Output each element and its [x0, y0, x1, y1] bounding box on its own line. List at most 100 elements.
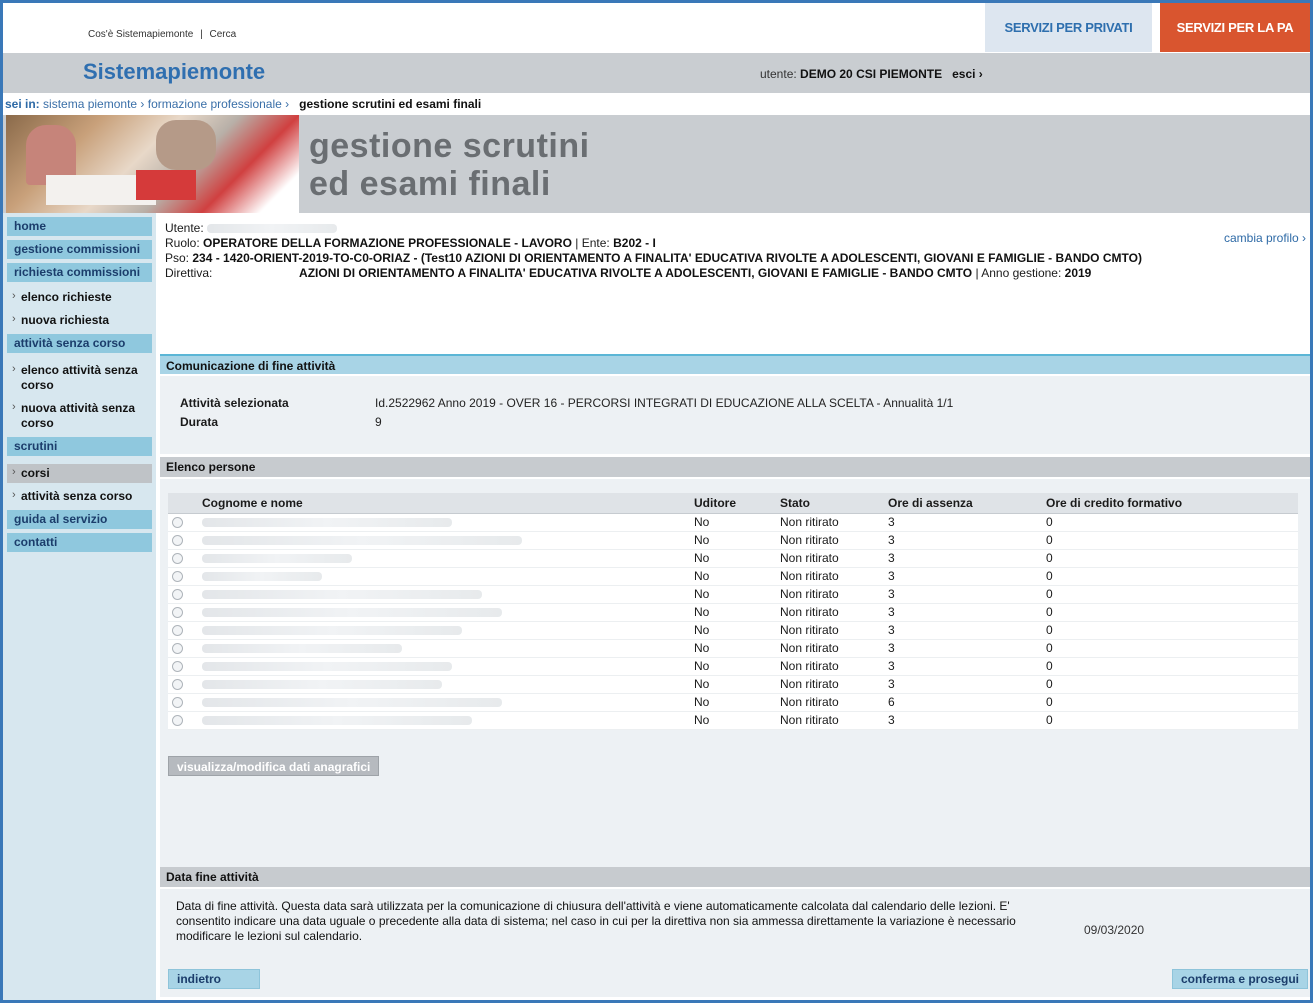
redacted-name — [202, 554, 352, 564]
link-cerca[interactable]: Cerca — [209, 29, 236, 40]
row-radio-button[interactable] — [172, 607, 183, 619]
row-radio-button[interactable] — [172, 661, 183, 673]
fine-attivita-panel: Attività selezionata Id.2522962 Anno 2019… — [160, 376, 1310, 454]
durata-label: Durata — [180, 415, 219, 429]
table-row[interactable]: No Non ritirato 3 0 — [168, 711, 1298, 730]
table-row[interactable]: No Non ritirato 3 0 — [168, 675, 1298, 694]
cell-cognome-nome — [198, 585, 690, 604]
cell-ore-assenza: 3 — [884, 675, 1042, 694]
ente-label: | Ente: — [575, 236, 610, 250]
table-row[interactable]: No Non ritirato 3 0 — [168, 567, 1298, 586]
cell-cognome-nome — [198, 621, 690, 640]
logout-link[interactable]: esci › — [952, 67, 983, 81]
cell-cognome-nome — [198, 693, 690, 712]
attivita-info: Attività selezionata Id.2522962 Anno 2019… — [180, 394, 953, 432]
profile-info: Utente: Ruolo: OPERATORE DELLA FORMAZION… — [160, 213, 1310, 354]
cell-uditore: No — [690, 621, 776, 640]
table-row[interactable]: No Non ritirato 3 0 — [168, 603, 1298, 622]
cell-uditore: No — [690, 675, 776, 694]
row-radio-button[interactable] — [172, 697, 183, 709]
table-row[interactable]: No Non ritirato 3 0 — [168, 549, 1298, 568]
sidebar-item-home[interactable]: home — [7, 217, 152, 236]
sidebar-item-scrutini[interactable]: scrutini — [7, 437, 152, 456]
utente-label: Utente: — [165, 221, 204, 235]
section-fine-attivita: Comunicazione di fine attività — [160, 354, 1310, 374]
cell-stato: Non ritirato — [776, 567, 884, 586]
sidebar-item-guida[interactable]: guida al servizio — [7, 510, 152, 529]
top-links: Cos'è Sistemapiemonte | Cerca — [88, 29, 240, 40]
sidebar-item-corsi[interactable]: corsi — [7, 464, 152, 483]
row-radio-button[interactable] — [172, 535, 183, 547]
link-cose-sistemapiemonte[interactable]: Cos'è Sistemapiemonte — [88, 29, 193, 40]
sidebar-item-gestione-commissioni[interactable]: gestione commissioni — [7, 240, 152, 259]
row-radio-button[interactable] — [172, 715, 183, 727]
cell-stato: Non ritirato — [776, 657, 884, 676]
cambia-profilo-link[interactable]: cambia profilo › — [1224, 231, 1306, 246]
sidebar-item-attivita-senza-corso-scrutini[interactable]: attività senza corso — [7, 487, 152, 506]
row-radio-button[interactable] — [172, 589, 183, 601]
breadcrumb-item[interactable]: formazione professionale › — [148, 97, 289, 111]
cell-ore-credito: 0 — [1042, 675, 1298, 694]
cell-ore-credito: 0 — [1042, 585, 1298, 604]
servizi-pa-tab[interactable]: SERVIZI PER LA PA — [1160, 3, 1310, 52]
col-uditore: Uditore — [690, 493, 776, 514]
sidebar-item-nuova-richiesta[interactable]: nuova richiesta — [7, 311, 152, 330]
row-radio-button[interactable] — [172, 517, 183, 529]
cell-ore-assenza: 3 — [884, 549, 1042, 568]
table-row[interactable]: No Non ritirato 3 0 — [168, 585, 1298, 604]
cell-stato: Non ritirato — [776, 549, 884, 568]
breadcrumb-item[interactable]: sistema piemonte › — [43, 97, 144, 111]
section-elenco-persone: Elenco persone — [160, 457, 1310, 477]
indietro-button[interactable]: indietro — [168, 969, 260, 989]
table-row[interactable]: No Non ritirato 3 0 — [168, 639, 1298, 658]
table-row[interactable]: No Non ritirato 3 0 — [168, 621, 1298, 640]
conferma-prosegui-button[interactable]: conferma e prosegui — [1171, 969, 1308, 989]
cell-ore-assenza: 3 — [884, 639, 1042, 658]
redacted-name — [202, 608, 502, 618]
table-row[interactable]: No Non ritirato 3 0 — [168, 657, 1298, 676]
cell-ore-credito: 0 — [1042, 549, 1298, 568]
data-fine-description: Data di fine attività. Questa data sarà … — [176, 899, 1016, 943]
sidebar-item-nuova-attivita[interactable]: nuova attività senza corso — [7, 399, 152, 433]
col-stato: Stato — [776, 493, 884, 514]
cell-cognome-nome — [198, 657, 690, 676]
row-radio-button[interactable] — [172, 643, 183, 655]
sidebar-item-contatti[interactable]: contatti — [7, 533, 152, 552]
user-info: utente: DEMO 20 CSI PIEMONTE esci › — [760, 67, 983, 81]
row-radio-button[interactable] — [172, 571, 183, 583]
table-row[interactable]: No Non ritirato 3 0 — [168, 513, 1298, 532]
servizi-privati-tab[interactable]: SERVIZI PER PRIVATI — [985, 3, 1152, 52]
persone-panel: Cognome e nome Uditore Stato Ore di asse… — [160, 479, 1310, 867]
cell-stato: Non ritirato — [776, 513, 884, 532]
sidebar-item-elenco-attivita[interactable]: elenco attività senza corso — [7, 361, 152, 395]
cell-ore-credito: 0 — [1042, 567, 1298, 586]
breadcrumb-current: gestione scrutini ed esami finali — [299, 97, 482, 111]
banner-title-line1: gestione scrutini — [309, 127, 590, 165]
durata-value: 9 — [375, 415, 382, 429]
sidebar-item-elenco-richieste[interactable]: elenco richieste — [7, 288, 152, 307]
cell-cognome-nome — [198, 531, 690, 550]
banner-title-line2: ed esami finali — [309, 165, 551, 203]
cell-stato: Non ritirato — [776, 531, 884, 550]
anno-value: 2019 — [1064, 266, 1092, 280]
cell-ore-assenza: 3 — [884, 567, 1042, 586]
row-radio-button[interactable] — [172, 625, 183, 637]
redacted-name — [202, 680, 442, 690]
cell-ore-credito: 0 — [1042, 693, 1298, 712]
cell-cognome-nome — [198, 675, 690, 694]
ente-value: B202 - I — [613, 236, 656, 250]
table-row[interactable]: No Non ritirato 6 0 — [168, 693, 1298, 712]
redacted-name — [202, 626, 462, 636]
table-row[interactable]: No Non ritirato 3 0 — [168, 531, 1298, 550]
attivita-label: Attività selezionata — [180, 396, 289, 410]
site-logo[interactable]: Sistemapiemonte — [83, 59, 265, 85]
row-radio-button[interactable] — [172, 553, 183, 565]
visualizza-modifica-button[interactable]: visualizza/modifica dati anagrafici — [168, 756, 380, 776]
user-name: DEMO 20 CSI PIEMONTE — [800, 67, 943, 81]
redacted-name — [202, 644, 402, 654]
sidebar-item-attivita-senza-corso[interactable]: attività senza corso — [7, 334, 152, 353]
col-cognome-nome: Cognome e nome — [198, 493, 690, 514]
row-radio-button[interactable] — [172, 679, 183, 691]
cell-uditore: No — [690, 549, 776, 568]
sidebar-item-richiesta-commissioni[interactable]: richiesta commissioni — [7, 263, 152, 282]
